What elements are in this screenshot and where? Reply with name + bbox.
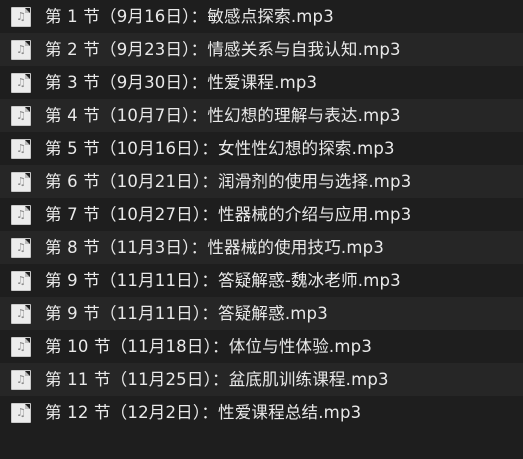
file-name: 第 9 节（11月11日）：答疑解惑.mp3 bbox=[45, 304, 328, 323]
audio-file-icon: ♫ bbox=[11, 304, 31, 324]
file-row[interactable]: ♫ 第 10 节（11月18日）：体位与性体验.mp3 bbox=[0, 330, 523, 363]
file-row[interactable]: ♫ 第 2 节（9月23日）：情感关系与自我认知.mp3 bbox=[0, 33, 523, 66]
file-name: 第 9 节（11月11日）：答疑解惑-魏冰老师.mp3 bbox=[45, 271, 401, 290]
audio-file-icon: ♫ bbox=[11, 205, 31, 225]
file-row[interactable]: ♫ 第 4 节（10月7日）：性幻想的理解与表达.mp3 bbox=[0, 99, 523, 132]
file-name: 第 6 节（10月21日）：润滑剂的使用与选择.mp3 bbox=[45, 172, 412, 191]
file-name: 第 1 节（9月16日）：敏感点探索.mp3 bbox=[45, 7, 334, 26]
file-list: ♫ 第 1 节（9月16日）：敏感点探索.mp3 ♫ 第 2 节（9月23日）：… bbox=[0, 0, 523, 459]
file-row[interactable]: ♫ 第 9 节（11月11日）：答疑解惑-魏冰老师.mp3 bbox=[0, 264, 523, 297]
file-row[interactable]: ♫ 第 8 节（11月3日）：性器械的使用技巧.mp3 bbox=[0, 231, 523, 264]
file-row[interactable]: ♫ 第 11 节（11月25日）：盆底肌训练课程.mp3 bbox=[0, 363, 523, 396]
audio-file-icon: ♫ bbox=[11, 370, 31, 390]
file-row[interactable]: ♫ 第 6 节（10月21日）：润滑剂的使用与选择.mp3 bbox=[0, 165, 523, 198]
file-name: 第 12 节（12月2日）：性爱课程总结.mp3 bbox=[45, 403, 362, 422]
audio-file-icon: ♫ bbox=[11, 73, 31, 93]
file-row[interactable]: ♫ 第 1 节（9月16日）：敏感点探索.mp3 bbox=[0, 0, 523, 33]
file-row[interactable]: ♫ 第 9 节（11月11日）：答疑解惑.mp3 bbox=[0, 297, 523, 330]
file-row[interactable]: ♫ 第 3 节（9月30日）：性爱课程.mp3 bbox=[0, 66, 523, 99]
audio-file-icon: ♫ bbox=[11, 7, 31, 27]
file-name: 第 2 节（9月23日）：情感关系与自我认知.mp3 bbox=[45, 40, 401, 59]
file-name: 第 4 节（10月7日）：性幻想的理解与表达.mp3 bbox=[45, 106, 401, 125]
audio-file-icon: ♫ bbox=[11, 139, 31, 159]
audio-file-icon: ♫ bbox=[11, 238, 31, 258]
audio-file-icon: ♫ bbox=[11, 106, 31, 126]
file-row[interactable]: ♫ 第 12 节（12月2日）：性爱课程总结.mp3 bbox=[0, 396, 523, 429]
file-name: 第 8 节（11月3日）：性器械的使用技巧.mp3 bbox=[45, 238, 385, 257]
file-name: 第 3 节（9月30日）：性爱课程.mp3 bbox=[45, 73, 318, 92]
file-name: 第 11 节（11月25日）：盆底肌训练课程.mp3 bbox=[45, 370, 389, 389]
audio-file-icon: ♫ bbox=[11, 172, 31, 192]
file-row[interactable]: ♫ 第 5 节（10月16日）：女性性幻想的探索.mp3 bbox=[0, 132, 523, 165]
audio-file-icon: ♫ bbox=[11, 337, 31, 357]
audio-file-icon: ♫ bbox=[11, 271, 31, 291]
file-name: 第 7 节（10月27日）：性器械的介绍与应用.mp3 bbox=[45, 205, 412, 224]
file-row[interactable]: ♫ 第 7 节（10月27日）：性器械的介绍与应用.mp3 bbox=[0, 198, 523, 231]
file-name: 第 5 节（10月16日）：女性性幻想的探索.mp3 bbox=[45, 139, 395, 158]
audio-file-icon: ♫ bbox=[11, 403, 31, 423]
file-name: 第 10 节（11月18日）：体位与性体验.mp3 bbox=[45, 337, 373, 356]
audio-file-icon: ♫ bbox=[11, 40, 31, 60]
